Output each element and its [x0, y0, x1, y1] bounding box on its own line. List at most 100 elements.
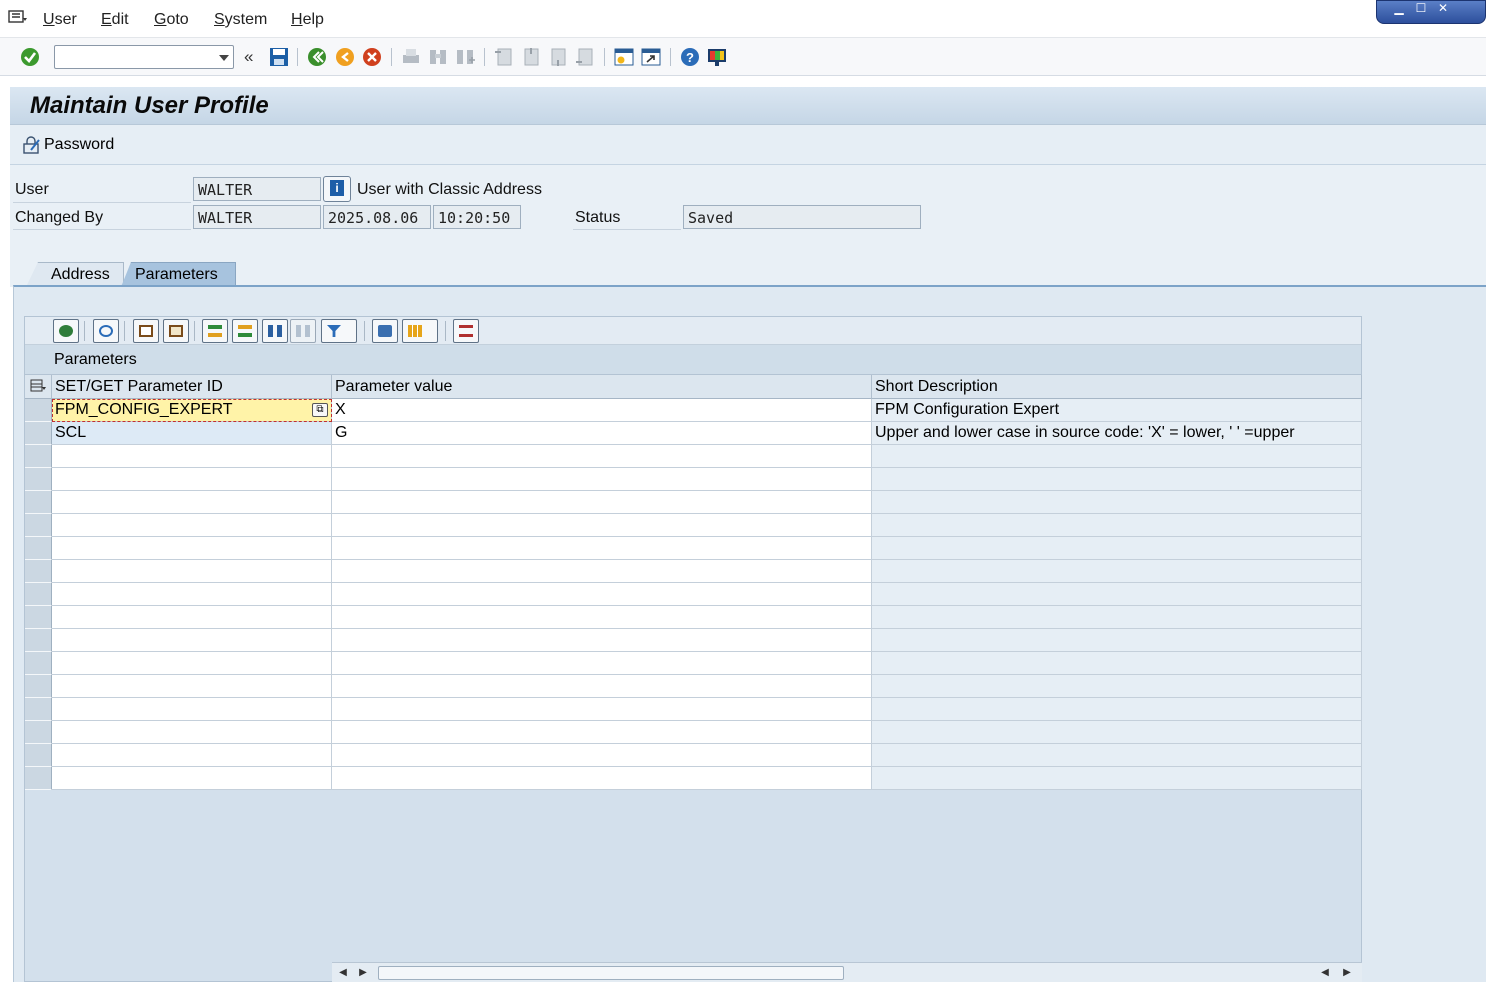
sort-ascending-icon[interactable] [202, 319, 228, 343]
scroll-left-icon[interactable]: ◀ [1318, 966, 1332, 980]
row-selector[interactable] [25, 445, 52, 468]
scroll-left-icon[interactable]: ◀ [336, 966, 350, 980]
parameter-value-cell[interactable] [332, 652, 872, 675]
minimize-icon[interactable]: ▁ [1389, 1, 1409, 17]
change-layout-icon[interactable] [402, 319, 438, 343]
row-selector[interactable] [25, 744, 52, 767]
back-icon[interactable] [306, 46, 328, 68]
column-header-short-description[interactable]: Short Description [872, 375, 1362, 399]
help-icon[interactable]: ? [679, 46, 701, 68]
parameter-value-cell[interactable]: G [332, 422, 872, 445]
row-selector[interactable] [25, 675, 52, 698]
user-info-button[interactable]: i [323, 176, 351, 202]
row-selector[interactable] [25, 629, 52, 652]
collapse-command-icon[interactable]: « [244, 47, 253, 67]
parameter-value-cell[interactable] [332, 698, 872, 721]
enter-icon[interactable] [19, 46, 41, 68]
user-field[interactable]: WALTER [193, 177, 321, 201]
changed-date-field[interactable]: 2025.08.06 [323, 205, 431, 229]
parameter-id-cell[interactable]: SCL [52, 422, 332, 445]
parameter-value-cell[interactable] [332, 767, 872, 790]
parameter-value-cell[interactable] [332, 537, 872, 560]
print-preview-icon[interactable] [372, 319, 398, 343]
parameter-id-cell[interactable] [52, 629, 332, 652]
refresh-icon[interactable] [93, 319, 119, 343]
parameter-value-cell[interactable]: X [332, 399, 872, 422]
parameter-id-cell[interactable] [52, 537, 332, 560]
row-selector[interactable] [25, 422, 52, 445]
scroll-thumb[interactable] [378, 966, 844, 980]
tab-parameters[interactable]: Parameters [121, 262, 236, 287]
tab-address[interactable]: Address [26, 262, 124, 287]
row-selector[interactable] [25, 514, 52, 537]
parameter-value-cell[interactable] [332, 445, 872, 468]
customize-layout-icon[interactable] [706, 46, 728, 68]
changed-time-field[interactable]: 10:20:50 [433, 205, 521, 229]
row-selector[interactable] [25, 491, 52, 514]
column-header-parameter-value[interactable]: Parameter value [332, 375, 872, 399]
status-field[interactable]: Saved [683, 205, 921, 229]
parameter-value-cell[interactable] [332, 744, 872, 767]
save-icon[interactable] [268, 46, 290, 68]
parameter-id-cell[interactable] [52, 468, 332, 491]
find-icon[interactable] [262, 319, 288, 343]
select-all-icon[interactable] [25, 375, 52, 399]
scroll-right-icon[interactable]: ▶ [356, 966, 370, 980]
parameter-id-cell[interactable] [52, 606, 332, 629]
column-header-parameter-id[interactable]: SET/GET Parameter ID [52, 375, 332, 399]
maximize-icon[interactable]: ☐ [1411, 1, 1431, 17]
sort-descending-icon[interactable] [232, 319, 258, 343]
password-button[interactable]: Password [10, 125, 120, 165]
menu-system[interactable]: System [214, 11, 267, 29]
create-session-icon[interactable] [613, 46, 635, 68]
system-menu-icon[interactable] [8, 9, 28, 25]
menu-user[interactable]: User [43, 11, 77, 29]
menu-goto[interactable]: Goto [154, 11, 189, 29]
value-help-icon[interactable]: ⧉ [312, 403, 328, 417]
shortcut-icon[interactable] [640, 46, 662, 68]
parameter-value-cell[interactable] [332, 675, 872, 698]
menu-help[interactable]: Help [291, 11, 324, 29]
row-selector[interactable] [25, 399, 52, 422]
cancel-icon[interactable] [361, 46, 383, 68]
menu-edit[interactable]: Edit [101, 11, 129, 29]
row-selector[interactable] [25, 652, 52, 675]
horizontal-scrollbar[interactable]: ◀ ▶ ◀ ▶ [332, 962, 1362, 982]
delete-row-icon[interactable] [453, 319, 479, 343]
parameter-id-cell[interactable] [52, 744, 332, 767]
parameter-id-cell[interactable]: FPM_CONFIG_EXPERT [52, 399, 332, 422]
parameter-value-cell[interactable] [332, 629, 872, 652]
exit-icon[interactable] [334, 46, 356, 68]
parameter-value-cell[interactable] [332, 560, 872, 583]
filter-icon[interactable] [321, 319, 357, 343]
chevron-down-icon[interactable] [219, 55, 229, 61]
row-selector[interactable] [25, 537, 52, 560]
parameter-id-cell[interactable] [52, 652, 332, 675]
row-selector[interactable] [25, 698, 52, 721]
parameter-value-cell[interactable] [332, 606, 872, 629]
parameter-id-cell[interactable] [52, 560, 332, 583]
row-selector[interactable] [25, 583, 52, 606]
parameter-id-cell[interactable] [52, 445, 332, 468]
copy-icon[interactable] [133, 319, 159, 343]
parameter-id-cell[interactable] [52, 698, 332, 721]
parameter-value-cell[interactable] [332, 491, 872, 514]
parameter-value-cell[interactable] [332, 468, 872, 491]
parameter-value-cell[interactable] [332, 583, 872, 606]
close-icon[interactable]: ✕ [1433, 1, 1453, 17]
parameter-id-cell[interactable] [52, 514, 332, 537]
changed-by-field[interactable]: WALTER [193, 205, 321, 229]
parameter-value-cell[interactable] [332, 514, 872, 537]
command-field[interactable] [54, 45, 234, 69]
row-selector[interactable] [25, 468, 52, 491]
row-selector[interactable] [25, 721, 52, 744]
row-selector[interactable] [25, 606, 52, 629]
parameter-id-cell[interactable] [52, 583, 332, 606]
paste-icon[interactable] [163, 319, 189, 343]
parameter-id-cell[interactable] [52, 721, 332, 744]
parameter-id-cell[interactable] [52, 675, 332, 698]
scroll-right-icon[interactable]: ▶ [1340, 966, 1354, 980]
details-icon[interactable] [53, 319, 79, 343]
parameter-id-cell[interactable] [52, 767, 332, 790]
row-selector[interactable] [25, 560, 52, 583]
